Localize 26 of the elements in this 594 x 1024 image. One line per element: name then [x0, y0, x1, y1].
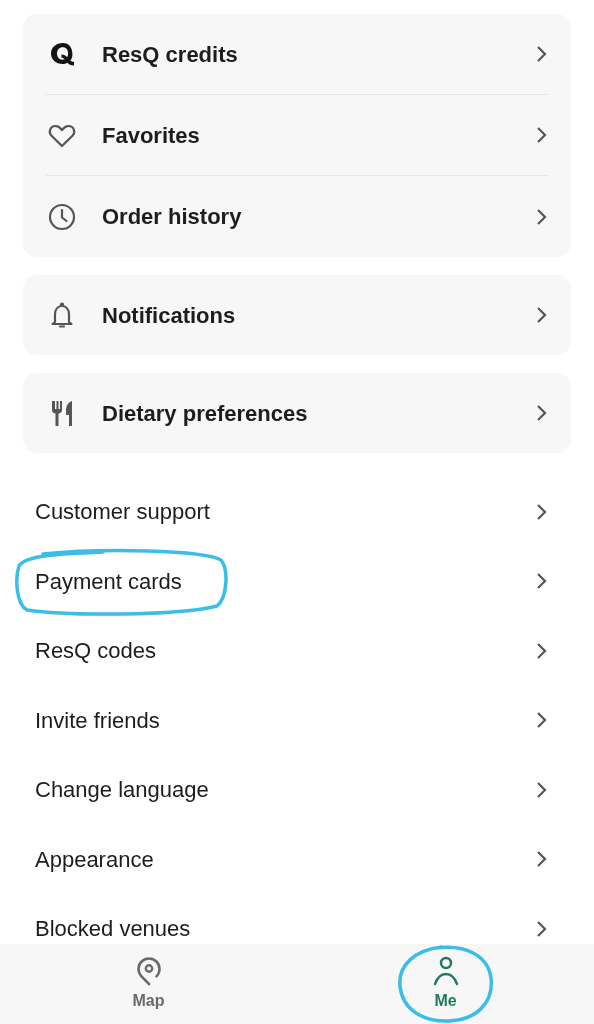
menu-link[interactable]: Customer support — [35, 495, 535, 529]
menu-link[interactable]: ResQ codes — [35, 634, 535, 668]
chevron-right-icon — [535, 711, 549, 730]
chevron-right-icon — [535, 207, 549, 226]
chevron-right-icon — [535, 502, 549, 521]
menu-link[interactable]: Blocked venues — [35, 912, 535, 944]
chevron-right-icon — [535, 572, 549, 591]
menu-item[interactable]: Order history — [102, 200, 535, 233]
menu-link[interactable]: Appearance — [35, 842, 535, 876]
menu-item[interactable]: Notifications — [102, 298, 535, 332]
chevron-right-icon — [535, 404, 549, 422]
menu-item[interactable]: ResQ credits — [102, 37, 535, 71]
menu-link[interactable]: Payment cards — [35, 564, 535, 598]
menu-link[interactable]: Change language — [35, 773, 535, 807]
chevron-right-icon — [535, 126, 549, 144]
menu-link[interactable]: Invite friends — [35, 703, 535, 737]
menu-item[interactable]: Favorites — [102, 118, 535, 152]
chevron-right-icon — [535, 641, 549, 660]
chevron-right-icon — [535, 919, 549, 938]
nav-tab[interactable]: Map — [0, 944, 297, 1024]
chevron-right-icon — [535, 780, 549, 799]
nav-tab[interactable]: Me — [297, 944, 594, 1024]
menu-item[interactable]: Dietary preferences — [102, 396, 535, 430]
chevron-right-icon — [535, 306, 549, 324]
chevron-right-icon — [535, 45, 549, 63]
chevron-right-icon — [535, 850, 549, 869]
